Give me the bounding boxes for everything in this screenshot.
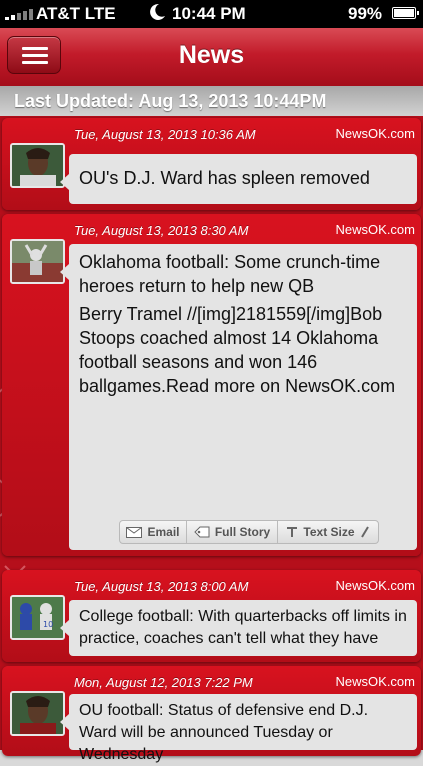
tag-icon (194, 526, 210, 538)
page-title: News (178, 41, 245, 69)
news-body: College football: With quarterbacks off … (60, 600, 417, 656)
text-size-icon (287, 527, 298, 537)
envelope-icon (126, 526, 143, 538)
news-headline: College football: With quarterbacks off … (79, 608, 407, 647)
battery-icon (392, 7, 419, 19)
news-item[interactable]: Tue, August 13, 2013 10:36 AM NewsOK.com… (2, 118, 421, 210)
svg-text:10: 10 (43, 620, 53, 629)
news-source: NewsOK.com (335, 674, 415, 689)
news-item-expanded[interactable]: Tue, August 13, 2013 8:30 AM NewsOK.com … (2, 214, 421, 556)
news-body: OU's D.J. Ward has spleen removed (60, 154, 417, 204)
news-date: Tue, August 13, 2013 8:00 AM (74, 579, 249, 594)
clock: 10:44 PM (172, 4, 246, 23)
news-source: NewsOK.com (335, 578, 415, 593)
battery-percent: 99% (348, 4, 383, 23)
news-headline: Oklahoma football: Some crunch-time hero… (79, 252, 381, 296)
news-source: NewsOK.com (335, 222, 415, 237)
news-date: Mon, August 12, 2013 7:22 PM (74, 675, 253, 690)
news-thumbnail (10, 239, 65, 284)
news-thumbnail: 10 (10, 595, 65, 640)
moon-icon (150, 3, 165, 20)
pencil-icon (360, 526, 369, 538)
text-size-button[interactable]: Text Size (278, 521, 378, 543)
nav-bar: News (0, 28, 423, 87)
status-bar: AT&T LTE 10:44 PM 99% (0, 0, 423, 28)
news-thumbnail (10, 143, 65, 188)
news-body: OU football: Status of defensive end D.J… (60, 694, 417, 763)
article-actions-bar: Email Full Story Text Size (119, 520, 379, 544)
news-source: NewsOK.com (335, 126, 415, 141)
news-headline: OU football: Status of defensive end D.J… (79, 702, 369, 763)
email-button[interactable]: Email (120, 521, 187, 543)
news-thumbnail (10, 691, 65, 736)
news-date: Tue, August 13, 2013 8:30 AM (74, 223, 249, 238)
carrier-label: AT&T LTE (36, 4, 116, 23)
signal-strength-icon (5, 8, 35, 20)
news-headline: OU's D.J. Ward has spleen removed (79, 168, 370, 188)
news-item[interactable]: Tue, August 13, 2013 8:00 AM NewsOK.com … (2, 570, 421, 662)
last-updated-bar: Last Updated: Aug 13, 2013 10:44PM (0, 86, 423, 116)
news-item[interactable]: Mon, August 12, 2013 7:22 PM NewsOK.com … (2, 666, 421, 763)
news-date: Tue, August 13, 2013 10:36 AM (74, 127, 256, 142)
news-summary: Berry Tramel //[img]2181559[/img]Bob Sto… (79, 304, 396, 396)
news-body: Oklahoma football: Some crunch-time hero… (60, 244, 417, 550)
full-story-button[interactable]: Full Story (187, 521, 278, 543)
